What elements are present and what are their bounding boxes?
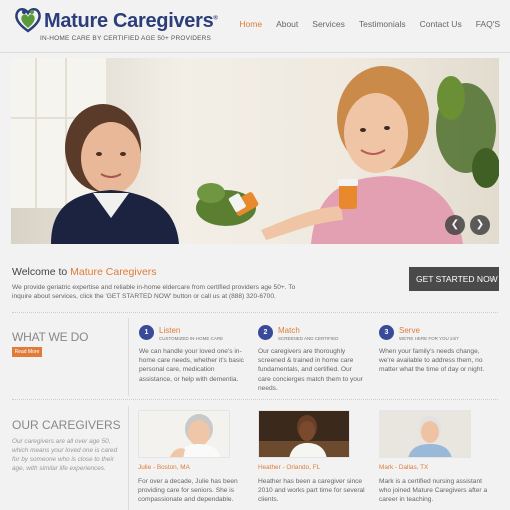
slider-next-button[interactable]: ❯ bbox=[470, 215, 490, 235]
nav-contact-us[interactable]: Contact Us bbox=[420, 19, 462, 29]
chevron-right-icon: ❯ bbox=[475, 219, 485, 230]
page: Mature Caregivers® IN-HOME CARE BY CERTI… bbox=[0, 0, 510, 510]
caregiver-name[interactable]: Mark - Dallas, TX bbox=[379, 464, 428, 471]
step-number-badge: 2 bbox=[258, 325, 273, 340]
section-divider bbox=[12, 312, 498, 314]
step-description: Our caregivers are thoroughly screened &… bbox=[258, 348, 363, 392]
caregiver-bio: Mark is a certified nursing assistant wh… bbox=[379, 478, 488, 504]
step-subtitle: CUSTOMIZED IN-HOME CARE bbox=[159, 336, 224, 341]
step-subtitle: SCREENED AND CERTIFIED bbox=[278, 336, 339, 341]
what-we-do-title: WHAT WE DO bbox=[12, 330, 89, 344]
tagline: IN-HOME CARE BY CERTIFIED AGE 50+ PROVID… bbox=[40, 35, 212, 42]
step-description: We can handle your loved one's in-home c… bbox=[139, 348, 244, 383]
heart-logo-icon bbox=[15, 8, 41, 33]
caregiver-bio: Heather has been a caregiver since 2010 … bbox=[258, 478, 365, 504]
read-more-button[interactable]: Read More bbox=[12, 347, 42, 357]
our-caregivers-text: Our caregivers are all over age 50, whic… bbox=[12, 438, 118, 472]
main-nav: Home About Services Testimonials Contact… bbox=[225, 19, 500, 29]
step-number-badge: 1 bbox=[139, 325, 154, 340]
nav-testimonials[interactable]: Testimonials bbox=[359, 19, 406, 29]
nav-services[interactable]: Services bbox=[312, 19, 345, 29]
nav-about[interactable]: About bbox=[276, 19, 298, 29]
get-started-label: GET STARTED NOW bbox=[416, 274, 498, 284]
step-title: Listen bbox=[159, 326, 181, 335]
caregiver-photo bbox=[138, 410, 230, 458]
caregiver-name[interactable]: Heather - Orlando, FL bbox=[258, 464, 320, 471]
our-caregivers-title: OUR CAREGIVERS bbox=[12, 418, 121, 432]
double-chevron-right-icon: » bbox=[488, 273, 495, 285]
hero-photo bbox=[11, 58, 499, 244]
slider-prev-button[interactable]: ❮ bbox=[445, 215, 465, 235]
step-title: Match bbox=[278, 326, 300, 335]
step-description: When your family's needs change, we're a… bbox=[379, 348, 485, 374]
chevron-left-icon: ❮ bbox=[450, 219, 460, 230]
welcome-title: Welcome to Mature Caregivers bbox=[12, 266, 157, 278]
caregiver-bio: For over a decade, Julie has been provid… bbox=[138, 478, 238, 504]
column-divider bbox=[128, 318, 129, 396]
step-subtitle: WE'RE HERE FOR YOU 24/7 bbox=[399, 336, 459, 341]
welcome-text: We provide geriatric expertise and relia… bbox=[12, 284, 296, 300]
column-divider bbox=[128, 406, 129, 510]
caregiver-photo bbox=[379, 410, 471, 458]
step-number-badge: 3 bbox=[379, 325, 394, 340]
caregiver-photo bbox=[258, 410, 350, 458]
get-started-button[interactable]: GET STARTED NOW » bbox=[409, 267, 499, 291]
nav-faqs[interactable]: FAQ'S bbox=[476, 19, 500, 29]
caregiver-name[interactable]: Julie - Boston, MA bbox=[138, 464, 190, 471]
section-divider bbox=[12, 399, 498, 401]
header-divider bbox=[0, 52, 510, 53]
hero-slider-image bbox=[11, 58, 499, 244]
logo-text: Mature Caregivers® bbox=[44, 10, 218, 32]
step-title: Serve bbox=[399, 326, 420, 335]
nav-home[interactable]: Home bbox=[239, 19, 262, 29]
